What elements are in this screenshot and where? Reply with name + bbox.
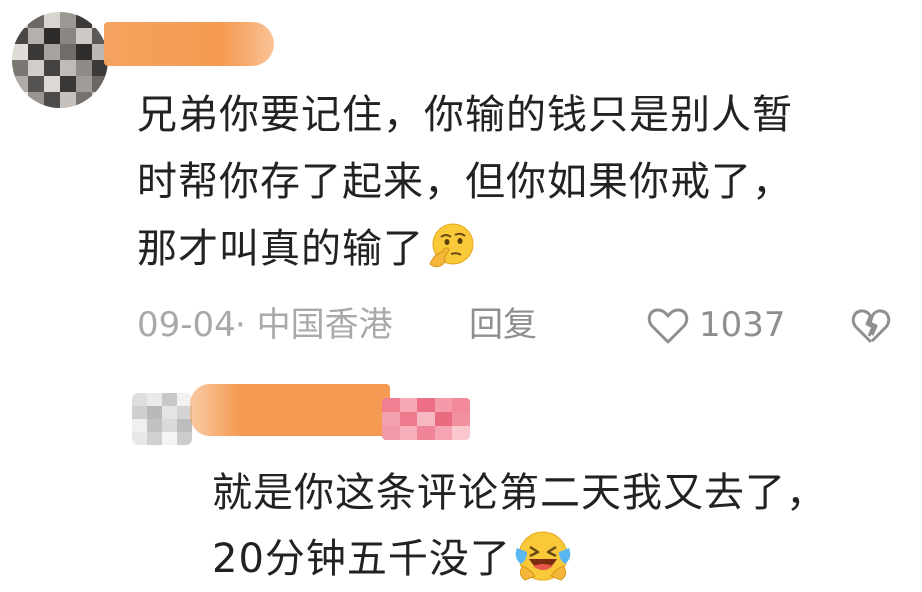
reply-avatar[interactable] [132,393,192,445]
comment-meta: 09-04 · 中国香港 回复 1037 [137,300,907,350]
comment-thread: 兄弟你要记住，你输的钱只是别人暂 时帮你存了起来，但你如果你戒了， 那才叫真的输… [0,0,922,589]
comment-date: 09-04 [137,305,236,345]
broken-heart-icon[interactable] [851,306,891,346]
user-badge-redaction [382,398,470,440]
username-redaction [104,22,274,66]
comment-line: 那才叫真的输了 [137,216,897,283]
reply-username-redaction [190,384,390,436]
comment-body: 兄弟你要记住，你输的钱只是别人暂 时帮你存了起来，但你如果你戒了， 那才叫真的输… [137,82,897,283]
heart-outline-icon[interactable] [647,306,689,346]
like-count: 1037 [699,305,786,345]
reply-body: 就是你这条评论第二天我又去了， 20分钟五千没了 [212,460,902,592]
reply-line-text: 20分钟五千没了 [212,536,511,582]
reply-button[interactable]: 回复 [469,300,537,350]
reply-line: 20分钟五千没了 [212,526,902,592]
thinking-face-emoji [429,223,474,268]
laughing-crying-emoji [515,531,571,581]
reply-line: 就是你这条评论第二天我又去了， [212,470,827,516]
comment-line: 兄弟你要记住，你输的钱只是别人暂 [137,92,793,138]
comment-location: · 中国香港 [235,305,393,345]
comment-line-text: 那才叫真的输了 [137,226,424,272]
comment-line: 时帮你存了起来，但你如果你戒了， [137,159,793,205]
avatar[interactable] [12,12,108,108]
